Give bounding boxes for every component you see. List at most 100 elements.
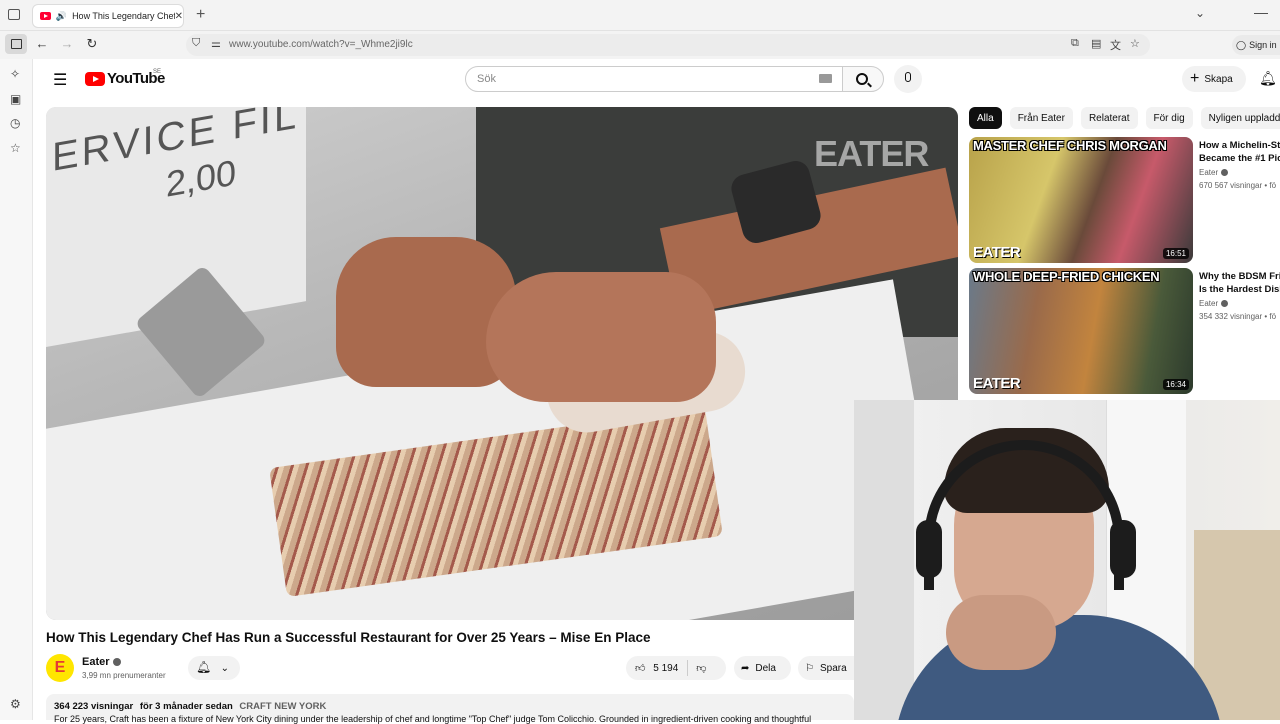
search-button[interactable] xyxy=(842,66,884,92)
webcam-door xyxy=(854,400,914,720)
related-filter-chips: Alla Från Eater Relaterat För dig Nylige… xyxy=(969,107,1280,129)
headphone-cup-left xyxy=(916,520,942,578)
video-title: How This Legendary Chef Has Run a Succes… xyxy=(46,630,651,645)
tab-actions-icon[interactable] xyxy=(8,9,20,20)
location-tag[interactable]: CRAFT NEW YORK xyxy=(239,701,326,712)
recommendation-title[interactable]: How a Michelin-Star Became the #1 Pick xyxy=(1199,139,1280,165)
back-arrow-icon[interactable]: ← xyxy=(33,36,51,51)
country-code: SE xyxy=(153,69,162,75)
guide-menu-icon[interactable]: ☰ xyxy=(53,70,67,90)
keyboard-icon[interactable] xyxy=(819,74,832,83)
picture-in-picture-icon[interactable]: ⧉ xyxy=(1071,37,1079,50)
chip-related[interactable]: Relaterat xyxy=(1080,107,1138,129)
description-text: For 25 years, Craft has been a fixture o… xyxy=(54,714,812,724)
translate-icon[interactable]: 文 xyxy=(1110,37,1121,53)
recommendation-item[interactable]: WHOLE DEEP-FRIED CHICKEN EATER 16:34 Why… xyxy=(969,268,1280,394)
sidebar-toggle-icon[interactable] xyxy=(5,34,27,54)
like-button[interactable]: 👍︎ 5 194 xyxy=(635,662,678,674)
recommendation-title-line: How a Michelin-Star xyxy=(1199,140,1280,151)
forward-arrow-icon[interactable]: → xyxy=(58,36,76,51)
thumbnail-headline: MASTER CHEF CHRIS MORGAN xyxy=(973,138,1167,153)
subscriber-count: 3,99 mn prenumeranter xyxy=(82,671,166,680)
channel-name-label: Eater xyxy=(82,656,110,668)
recommendation-channel-label: Eater xyxy=(1199,168,1219,177)
recommendation-title-line: Is the Hardest Dish xyxy=(1199,284,1280,295)
youtube-favicon-icon xyxy=(40,12,51,20)
chip-for-you[interactable]: För dig xyxy=(1145,107,1193,129)
like-count: 5 194 xyxy=(653,663,679,674)
plus-icon: + xyxy=(1190,70,1200,87)
recommendation-channel[interactable]: Eater xyxy=(1199,299,1229,308)
reload-icon[interactable]: ↻ xyxy=(83,36,101,52)
recommendation-thumbnail[interactable]: WHOLE DEEP-FRIED CHICKEN EATER 16:34 xyxy=(969,268,1193,394)
description-meta: 364 223 visningar för 3 månader sedan CR… xyxy=(54,701,326,712)
channel-avatar[interactable]: E xyxy=(46,654,74,682)
divider xyxy=(687,660,689,676)
tab-title: How This Legendary Chef H xyxy=(72,11,175,21)
verified-badge-icon xyxy=(112,658,121,667)
video-duration: 16:34 xyxy=(1162,379,1189,390)
favorites-icon[interactable]: ☆ xyxy=(10,141,21,155)
like-dislike-group: 👍︎ 5 194 👎︎ xyxy=(626,656,726,680)
search-input[interactable]: Sök xyxy=(465,66,843,92)
dislike-button[interactable]: 👎︎ xyxy=(696,662,706,674)
browser-tab-bar: 🔊 How This Legendary Chef H ✕ + ⌄ — xyxy=(0,0,1280,31)
search-icon xyxy=(856,73,868,85)
reader-view-icon[interactable]: ▤ xyxy=(1091,37,1101,50)
recommendation-channel[interactable]: Eater xyxy=(1199,168,1229,177)
tab-close-icon[interactable]: ✕ xyxy=(175,11,183,22)
chip-from-eater[interactable]: Från Eater xyxy=(1009,107,1073,129)
recommendation-item[interactable]: MASTER CHEF CHRIS MORGAN EATER 16:51 How… xyxy=(969,137,1280,263)
new-tab-button[interactable]: + xyxy=(196,6,205,24)
thumbnail-headline: WHOLE DEEP-FRIED CHICKEN xyxy=(973,269,1160,284)
chip-recently-uploaded[interactable]: Nyligen uppladdat xyxy=(1200,107,1280,129)
recommendation-title[interactable]: Why the BDSM Fried Is the Hardest Dish xyxy=(1199,270,1280,296)
recommendation-title-line: Why the BDSM Fried xyxy=(1199,271,1280,282)
save-label: Spara xyxy=(819,662,847,674)
thumbnail-brand: EATER xyxy=(973,375,1021,392)
notifications-bell-icon[interactable]: 🔔︎ xyxy=(1259,70,1277,87)
url-text[interactable]: www.youtube.com/watch?v=_Whme2ji9lc xyxy=(229,39,413,50)
save-button[interactable]: ⚐ Spara xyxy=(798,656,858,680)
video-player[interactable]: ERVICE FIL 2,00 EATER xyxy=(46,107,958,620)
subscription-bell-button[interactable]: 🔔︎ ⌄ xyxy=(188,656,240,680)
recommendation-views: 670 567 visningar • fö xyxy=(1199,181,1277,190)
youtube-play-icon xyxy=(85,71,105,86)
verified-badge-icon xyxy=(1221,169,1229,177)
verified-badge-icon xyxy=(1221,300,1229,308)
site-info-icon[interactable]: ⛉ xyxy=(192,37,200,50)
channel-name[interactable]: Eater xyxy=(82,656,121,668)
browser-tab[interactable]: 🔊 How This Legendary Chef H ✕ xyxy=(32,4,184,28)
recommendation-thumbnail[interactable]: MASTER CHEF CHRIS MORGAN EATER 16:51 xyxy=(969,137,1193,263)
webcam-overlay xyxy=(854,400,1280,720)
history-icon[interactable]: ◷ xyxy=(10,116,20,130)
site-permissions-icon[interactable]: ⚌ xyxy=(211,37,221,50)
copilot-sparkle-icon[interactable]: ✧ xyxy=(10,67,20,81)
minimize-window-button[interactable]: — xyxy=(1254,4,1268,20)
video-frame-hand-left xyxy=(336,237,516,387)
collections-icon[interactable]: ▣ xyxy=(10,92,21,106)
video-frame-hand-right xyxy=(486,272,716,402)
thumbnail-brand: EATER xyxy=(973,244,1021,261)
profile-icon: ◯ xyxy=(1236,39,1247,50)
bookmark-icon: ⚐ xyxy=(805,662,814,674)
recommendation-views: 354 332 visningar • fö xyxy=(1199,312,1277,321)
headphone-cup-right xyxy=(1110,520,1136,578)
chip-all[interactable]: Alla xyxy=(969,107,1002,129)
tab-list-chevron-icon[interactable]: ⌄ xyxy=(1195,6,1205,20)
create-button[interactable]: + Skapa xyxy=(1182,66,1246,92)
thumbs-up-icon: 👍︎ xyxy=(635,663,646,674)
favorite-star-icon[interactable]: ☆ xyxy=(1130,37,1140,50)
create-label: Skapa xyxy=(1204,73,1233,85)
youtube-logo[interactable]: YouTube SE xyxy=(85,69,165,87)
recommendation-channel-label: Eater xyxy=(1199,299,1219,308)
voice-search-button[interactable] xyxy=(894,65,922,93)
microphone-icon xyxy=(905,72,911,82)
sign-in-button[interactable]: ◯ Sign in xyxy=(1232,35,1280,55)
audio-playing-icon[interactable]: 🔊 xyxy=(56,11,67,22)
share-arrow-icon: ➦ xyxy=(741,662,750,674)
chevron-down-icon: ⌄ xyxy=(220,663,229,674)
settings-gear-icon[interactable]: ⚙ xyxy=(10,697,21,711)
share-button[interactable]: ➦ Dela xyxy=(734,656,791,680)
share-label: Dela xyxy=(755,662,776,674)
